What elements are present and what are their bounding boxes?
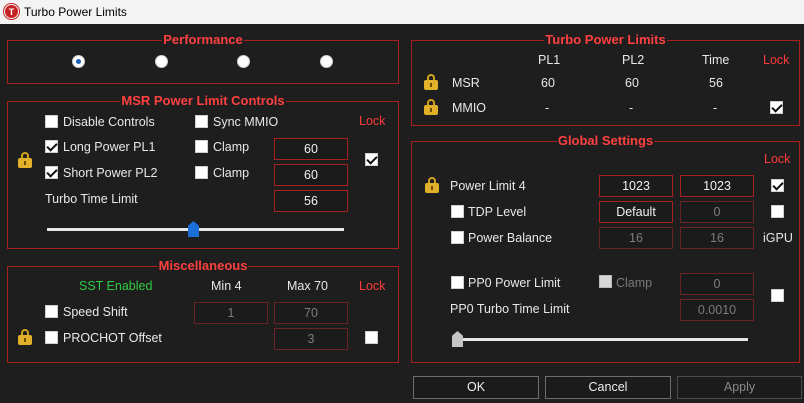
prochot-offset-input[interactable]: 3 <box>274 328 348 350</box>
short-power-pl2-input[interactable]: 60 <box>274 164 348 186</box>
power-balance-checkbox[interactable] <box>451 231 464 244</box>
turbo-row-mmio-name: MMIO <box>452 101 487 115</box>
pp0-turbo-time-slider-track[interactable] <box>455 338 748 341</box>
turbo-limits-title: Turbo Power Limits <box>544 32 667 47</box>
speed-shift-min-input[interactable]: 1 <box>194 302 268 324</box>
global-settings-group: Global Settings Lock Power Limit 4 1023 … <box>411 133 800 363</box>
prochot-offset-label: PROCHOT Offset <box>63 331 162 345</box>
tdp-level-input[interactable]: 0 <box>680 201 754 223</box>
turbo-row-msr-pl1: 60 <box>541 76 555 90</box>
pp0-right-checkbox[interactable] <box>771 289 784 302</box>
performance-radio-3[interactable] <box>237 55 250 68</box>
long-power-pl1-checkbox[interactable] <box>45 140 58 153</box>
prochot-offset-checkbox[interactable] <box>45 331 58 344</box>
prochot-lock-icon <box>18 329 32 345</box>
long-power-pl1-input[interactable]: 60 <box>274 138 348 160</box>
turbo-time-slider-thumb[interactable] <box>188 221 199 237</box>
apply-button[interactable]: Apply <box>677 376 802 399</box>
turbo-row-mmio-pl2: - <box>629 101 634 115</box>
global-lock-label: Lock <box>764 152 791 166</box>
igpu-label: iGPU <box>763 231 793 245</box>
mmio-lock-checkbox[interactable] <box>770 101 783 114</box>
tdp-level-right-checkbox[interactable] <box>771 205 784 218</box>
turbo-row-mmio-time: - <box>713 101 718 115</box>
title-bar: T Turbo Power Limits <box>0 0 804 24</box>
performance-radio-2[interactable] <box>155 55 168 68</box>
turbo-row-msr-pl2: 60 <box>625 76 639 90</box>
turbo-row-msr-name: MSR <box>452 76 480 90</box>
short-power-clamp-checkbox[interactable] <box>195 166 208 179</box>
tdp-level-label: TDP Level <box>468 205 527 219</box>
misc-lock-label: Lock <box>359 279 386 293</box>
pp0-clamp-checkbox[interactable] <box>599 275 612 288</box>
short-power-pl2-label: Short Power PL2 <box>63 166 158 180</box>
turbo-header-pl1: PL1 <box>538 53 561 67</box>
speed-shift-max-label: Max 70 <box>287 279 328 293</box>
performance-radio-4[interactable] <box>320 55 333 68</box>
turbo-time-limit-label: Turbo Time Limit <box>45 192 138 206</box>
global-settings-title: Global Settings <box>556 133 655 148</box>
turbo-power-limits-group: Turbo Power Limits PL1 PL2 Time Lock MSR… <box>411 32 800 126</box>
pp0-clamp-label: Clamp <box>616 276 653 290</box>
power-limit4-label: Power Limit 4 <box>450 179 526 193</box>
sync-mmio-label: Sync MMIO <box>213 115 279 129</box>
turbo-header-lock: Lock <box>763 53 790 67</box>
app-icon: T <box>4 4 19 19</box>
misc-title: Miscellaneous <box>157 258 249 273</box>
msr-lock-label: Lock <box>359 114 386 128</box>
performance-title: Performance <box>162 32 244 47</box>
msr-row-lock-icon <box>424 74 438 90</box>
cancel-button[interactable]: Cancel <box>545 376 671 399</box>
sst-status-label: SST Enabled <box>79 279 153 293</box>
speed-shift-min-label: Min 4 <box>211 279 242 293</box>
pp0-power-limit-checkbox[interactable] <box>451 276 464 289</box>
sync-mmio-checkbox[interactable] <box>195 115 208 128</box>
pp0-turbo-time-input[interactable]: 0.0010 <box>680 299 754 321</box>
window-title: Turbo Power Limits <box>24 5 127 19</box>
ok-button[interactable]: OK <box>413 376 539 399</box>
short-power-pl2-checkbox[interactable] <box>45 166 58 179</box>
turbo-header-pl2: PL2 <box>622 53 645 67</box>
power-balance-label: Power Balance <box>468 231 553 245</box>
power-balance-input-2[interactable]: 16 <box>680 227 754 249</box>
long-power-clamp-checkbox[interactable] <box>195 140 208 153</box>
disable-controls-label: Disable Controls <box>63 115 155 129</box>
turbo-row-mmio-pl1: - <box>545 101 550 115</box>
power-limit4-lock-icon <box>425 177 439 193</box>
pp0-power-limit-label: PP0 Power Limit <box>468 276 561 290</box>
disable-controls-checkbox[interactable] <box>45 115 58 128</box>
power-limit4-lock-checkbox[interactable] <box>771 179 784 192</box>
mmio-row-lock-icon <box>424 99 438 115</box>
long-power-clamp-label: Clamp <box>213 140 250 154</box>
pp0-power-limit-input[interactable]: 0 <box>680 273 754 295</box>
performance-radio-1[interactable] <box>72 55 85 68</box>
power-limit4-input-2[interactable]: 1023 <box>680 175 754 197</box>
msr-lock-icon <box>18 152 32 168</box>
long-power-pl1-label: Long Power PL1 <box>63 140 156 154</box>
tdp-level-checkbox[interactable] <box>451 205 464 218</box>
msr-lock-checkbox[interactable] <box>365 153 378 166</box>
miscellaneous-group: Miscellaneous SST Enabled Min 4 Max 70 L… <box>7 258 399 363</box>
pp0-turbo-time-label: PP0 Turbo Time Limit <box>450 302 570 316</box>
msr-power-limit-group: MSR Power Limit Controls Disable Control… <box>7 93 399 249</box>
performance-group: Performance <box>7 32 399 84</box>
turbo-time-limit-input[interactable]: 56 <box>274 190 348 212</box>
power-limit4-input-1[interactable]: 1023 <box>599 175 673 197</box>
turbo-row-msr-time: 56 <box>709 76 723 90</box>
tdp-level-select[interactable]: Default <box>599 201 673 223</box>
pp0-turbo-time-slider-thumb[interactable] <box>452 331 463 347</box>
msr-title: MSR Power Limit Controls <box>120 93 286 108</box>
speed-shift-label: Speed Shift <box>63 305 128 319</box>
speed-shift-max-input[interactable]: 70 <box>274 302 348 324</box>
short-power-clamp-label: Clamp <box>213 166 250 180</box>
prochot-lock-checkbox[interactable] <box>365 331 378 344</box>
turbo-header-time: Time <box>702 53 730 67</box>
power-balance-input-1[interactable]: 16 <box>599 227 673 249</box>
speed-shift-checkbox[interactable] <box>45 305 58 318</box>
